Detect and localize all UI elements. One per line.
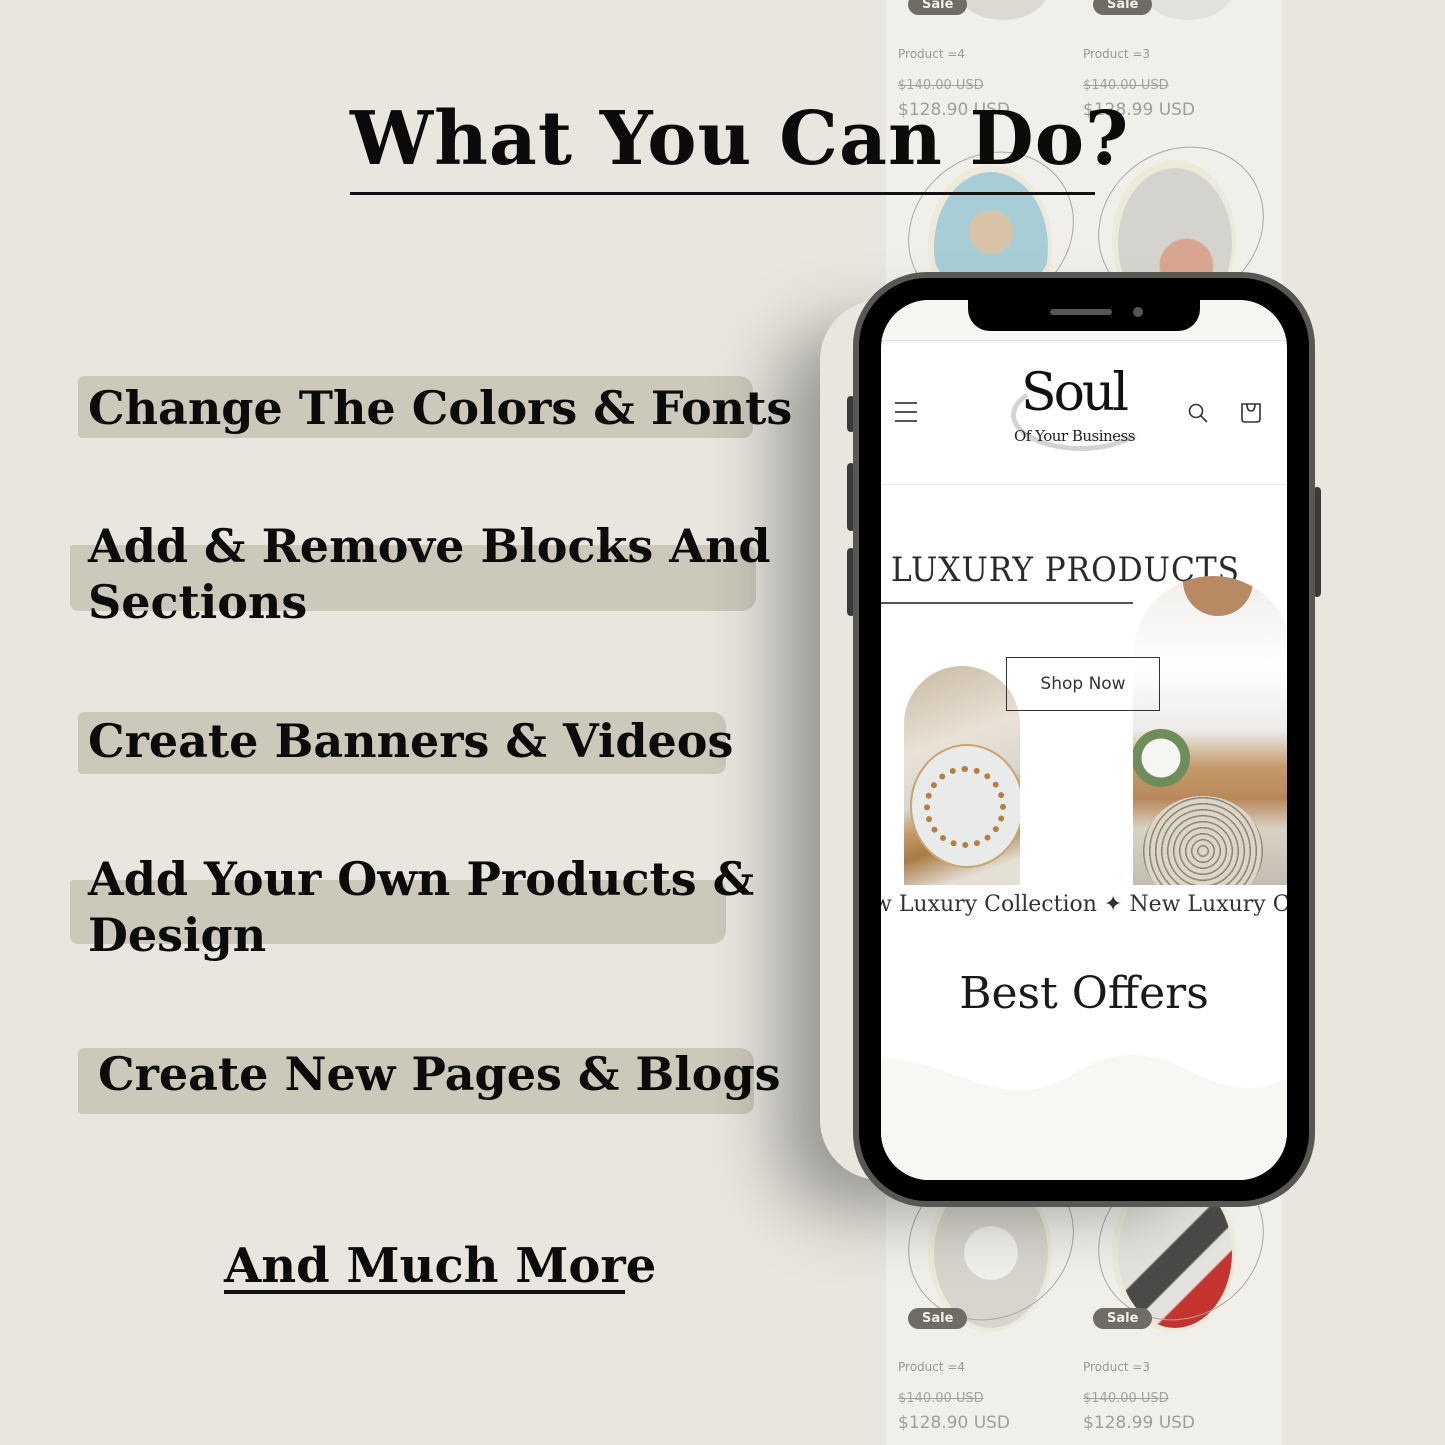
product-name: Product =4 [898,1360,966,1374]
store-header: Soul Of Your Business [881,341,1287,485]
announcement-marquee: w Luxury Collection ✦ New Luxury C [881,892,1287,917]
feature-text: Sections [88,575,308,629]
product-name: Product =3 [1083,1360,1151,1374]
wave-divider [881,1055,1287,1180]
hero-image-model [1133,576,1287,885]
phone-screen: Soul Of Your Business LUXURY PRODUCTS Sh… [881,300,1287,1180]
feature-item: Add & Remove Blocks And Sections [88,518,771,630]
product-price: $128.90 USD [898,1413,1011,1433]
sale-badge: Sale [908,1308,968,1329]
product-old-price: $140.00 USD [898,78,984,93]
feature-text: Design [88,908,267,962]
title-underline [350,192,1095,195]
product-old-price: $140.00 USD [1083,78,1169,93]
link-underline [224,1290,625,1294]
feature-text: Create New Pages & Blogs [98,1047,781,1101]
store-logo[interactable]: Soul [1021,363,1129,423]
product-price: $128.99 USD [1083,1413,1196,1433]
feature-text: Create Banners & Videos [88,714,734,768]
feature-item: Create Banners & Videos [88,713,733,769]
sale-badge: Sale [908,0,968,15]
search-icon[interactable] [1187,402,1209,424]
feature-item: Change The Colors & Fonts [88,380,792,436]
product-name: Product =3 [1083,47,1151,61]
front-camera [1133,307,1143,317]
product-name: Product =4 [898,47,966,61]
section-title: Best Offers [959,968,1209,1019]
and-much-more-link[interactable]: And Much More [224,1238,656,1294]
speaker-grille [1050,309,1112,315]
shop-now-button[interactable]: Shop Now [1006,657,1160,711]
hero-image-jewelry [904,666,1020,885]
feature-item: Create New Pages & Blogs [98,1046,781,1102]
cart-icon[interactable] [1239,400,1263,424]
feature-text: Add Your Own Products & [88,852,755,906]
sale-badge: Sale [1093,1308,1153,1329]
hamburger-icon[interactable] [895,402,917,422]
store-logo-tagline: Of Your Business [1014,427,1135,445]
product-old-price: $140.00 USD [898,1391,984,1406]
product-old-price: $140.00 USD [1083,1391,1169,1406]
feature-text: Change The Colors & Fonts [88,381,793,435]
feature-item: Add Your Own Products & Design [88,851,754,963]
hero-title-underline [881,602,1133,604]
feature-text: Add & Remove Blocks And [88,519,771,573]
page-title: What You Can Do? [350,96,1130,182]
sale-badge: Sale [1093,0,1153,15]
